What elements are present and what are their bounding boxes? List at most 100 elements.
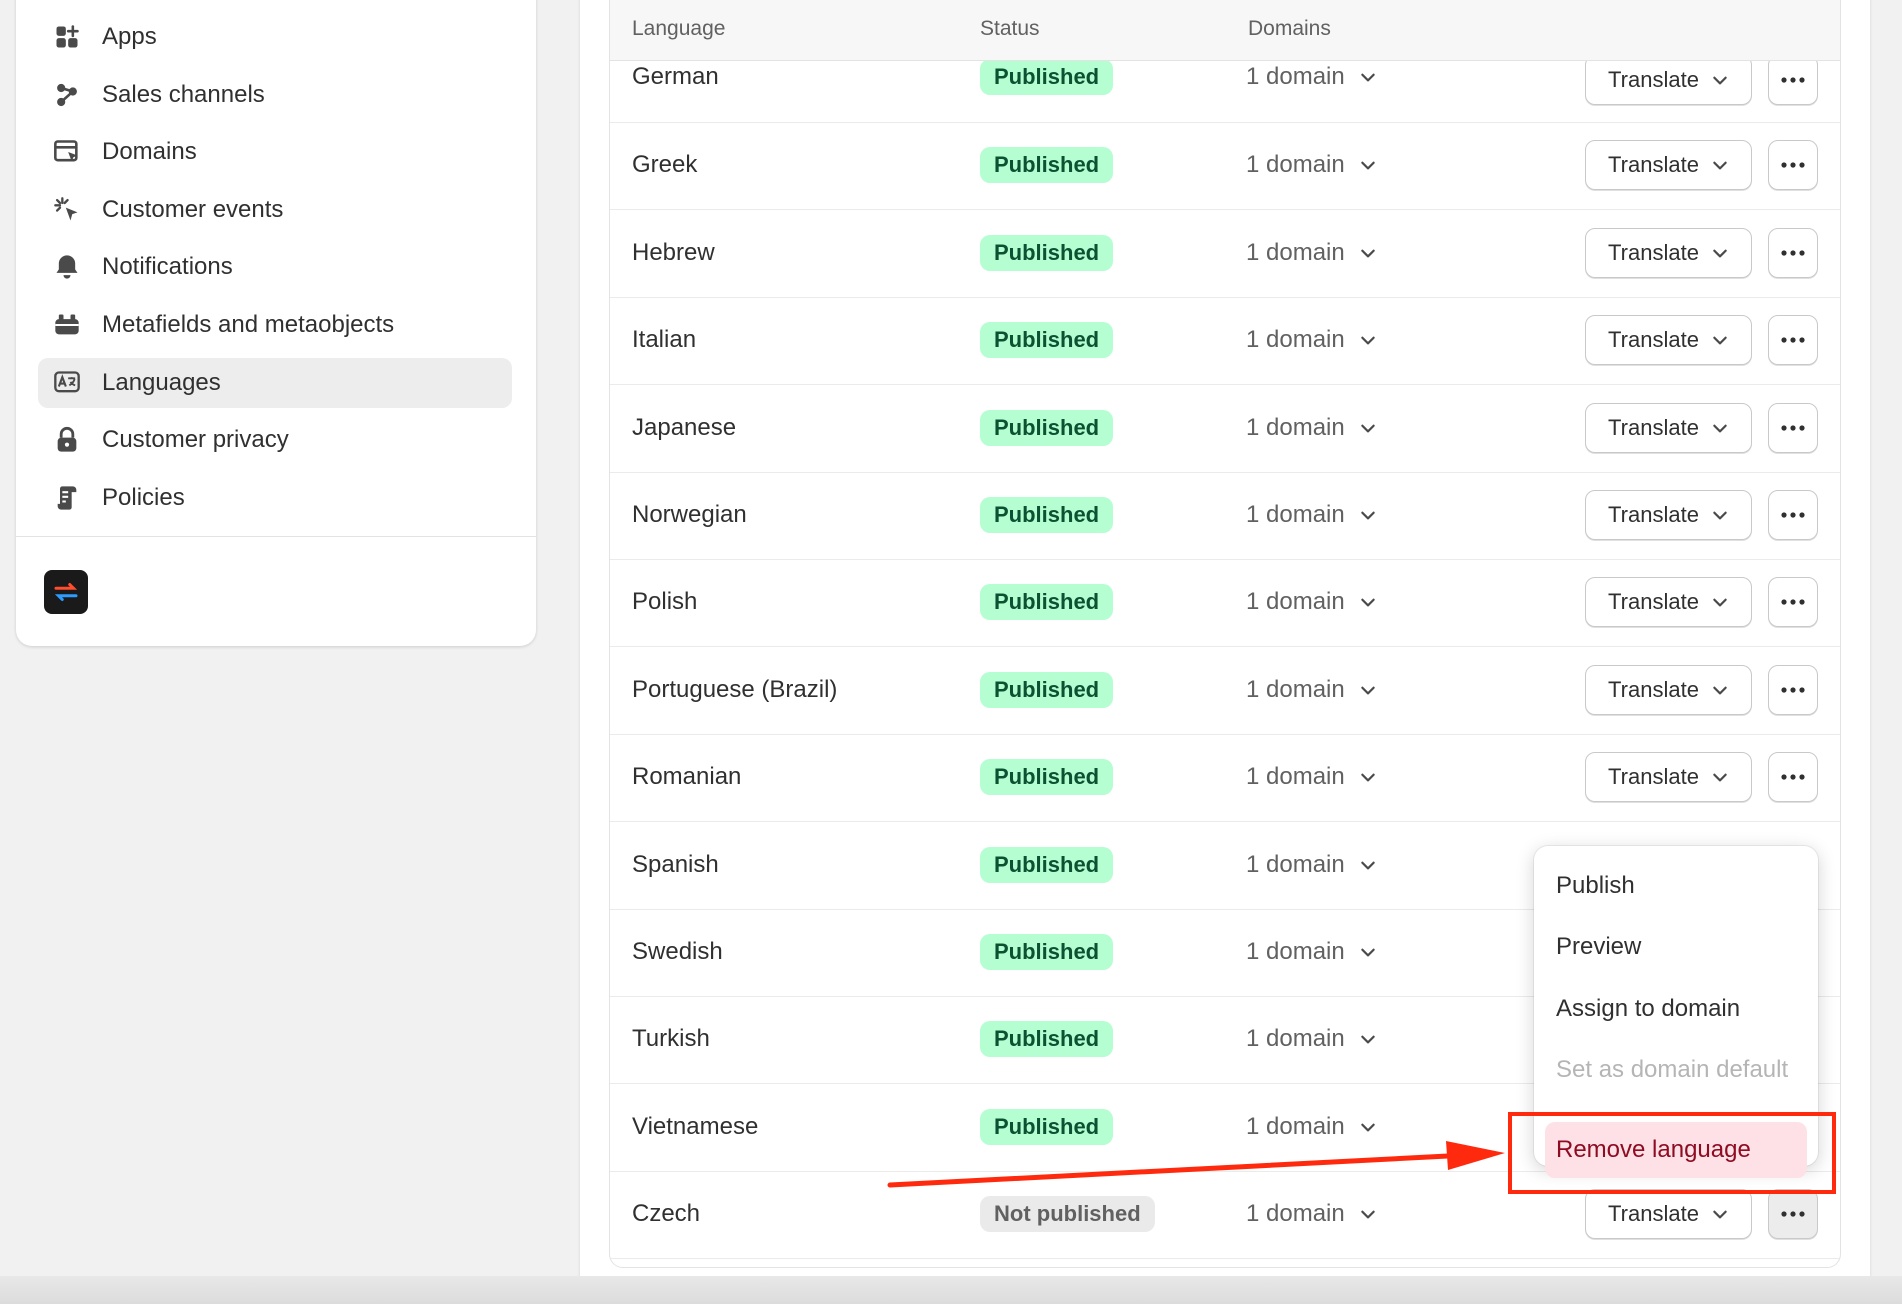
chevron-down-icon [1345, 156, 1377, 174]
chevron-down-icon [1345, 244, 1377, 262]
policies-icon [52, 483, 82, 513]
status-badge: Published [980, 497, 1114, 533]
domains-dropdown[interactable]: 1 domain [1246, 1113, 1377, 1141]
domains-count: 1 domain [1246, 238, 1345, 266]
translate-button[interactable]: Translate [1585, 664, 1752, 715]
sidebar-item-apps[interactable]: Apps [38, 12, 512, 62]
more-actions-button[interactable] [1768, 402, 1818, 453]
domains-dropdown[interactable]: 1 domain [1246, 1025, 1377, 1053]
sidebar-item-policies[interactable]: Policies [38, 473, 512, 523]
more-horizontal-icon [1780, 336, 1806, 344]
menu-item-publish[interactable]: Publish [1556, 872, 1635, 900]
translate-button[interactable]: Translate [1585, 1189, 1752, 1240]
chevron-down-icon [1345, 1205, 1377, 1223]
translate-label: Translate [1608, 764, 1699, 790]
more-actions-button[interactable] [1768, 1189, 1818, 1240]
translate-label: Translate [1608, 1201, 1699, 1227]
domains-dropdown[interactable]: 1 domain [1246, 501, 1377, 529]
status-badge: Published [980, 147, 1114, 184]
sidebar-item-metafields[interactable]: Metafields and metaobjects [38, 300, 512, 350]
apps-icon [52, 22, 82, 52]
domains-dropdown[interactable]: 1 domain [1246, 588, 1377, 616]
more-actions-button[interactable] [1768, 664, 1818, 715]
domains-dropdown[interactable]: 1 domain [1246, 851, 1377, 879]
language-name: Portuguese (Brazil) [632, 675, 838, 703]
domains-count: 1 domain [1246, 326, 1345, 354]
menu-item-assign-to-domain[interactable]: Assign to domain [1556, 995, 1740, 1023]
translate-button[interactable]: Translate [1585, 402, 1752, 453]
translate-button[interactable]: Translate [1585, 55, 1752, 105]
domains-dropdown[interactable]: 1 domain [1246, 763, 1377, 791]
more-actions-button[interactable] [1768, 55, 1818, 105]
sidebar-item-notifications[interactable]: Notifications [38, 242, 512, 292]
header-domains: Domains [1248, 17, 1331, 40]
table-row[interactable]: Hebrew Published 1 domain Translate [610, 211, 1840, 298]
status-badge: Published [980, 934, 1114, 970]
language-name: Norwegian [632, 501, 747, 528]
language-name: Polish [632, 588, 698, 616]
domains-count: 1 domain [1246, 1025, 1345, 1053]
domains-dropdown[interactable]: 1 domain [1246, 414, 1377, 442]
domains-count: 1 domain [1246, 1200, 1345, 1228]
table-row[interactable]: Norwegian Published 1 domain Translate [610, 473, 1840, 560]
sidebar-item-languages[interactable]: Languages [38, 358, 512, 408]
more-actions-button[interactable] [1768, 315, 1818, 366]
translate-button[interactable]: Translate [1585, 577, 1752, 628]
more-actions-button[interactable] [1768, 227, 1818, 278]
chevron-down-icon [1345, 68, 1377, 86]
translate-button[interactable]: Translate [1585, 752, 1752, 803]
chevron-down-icon [1345, 768, 1377, 786]
translate-button[interactable]: Translate [1585, 315, 1752, 366]
menu-item-set-domain-default: Set as domain default [1556, 1056, 1789, 1083]
header-language: Language [632, 17, 726, 40]
chevron-down-icon [1699, 419, 1729, 437]
domains-dropdown[interactable]: 1 domain [1246, 326, 1377, 354]
more-actions-button[interactable] [1768, 490, 1818, 540]
sidebar-item-customer-events[interactable]: Customer events [38, 185, 512, 235]
domains-count: 1 domain [1246, 1112, 1345, 1140]
language-name: Hebrew [632, 238, 715, 266]
status-badge: Published [980, 59, 1114, 95]
domains-dropdown[interactable]: 1 domain [1246, 676, 1377, 704]
status-badge: Published [980, 759, 1114, 796]
table-row[interactable]: Romanian Published 1 domain Translate [610, 735, 1840, 823]
domains-count: 1 domain [1246, 675, 1345, 703]
chevron-down-icon [1345, 1030, 1377, 1048]
table-row[interactable]: Portuguese (Brazil) Published 1 domain Tran… [610, 648, 1840, 735]
domains-dropdown[interactable]: 1 domain [1246, 239, 1377, 267]
domains-count: 1 domain [1246, 501, 1345, 528]
sidebar-item-domains[interactable]: Domains [38, 127, 512, 177]
metafields-icon [52, 310, 82, 340]
translate-button[interactable]: Translate [1585, 227, 1752, 278]
more-horizontal-icon [1780, 249, 1806, 257]
more-actions-button[interactable] [1768, 140, 1818, 191]
table-row[interactable]: Japanese Published 1 domain Translate [610, 386, 1840, 473]
more-horizontal-icon [1780, 161, 1806, 169]
more-actions-button[interactable] [1768, 752, 1818, 803]
status-badge: Published [980, 846, 1114, 883]
sidebar-item-label: Notifications [102, 253, 233, 280]
status-badge: Not published [980, 1196, 1155, 1233]
table-row[interactable]: Greek Published 1 domain Translate [610, 123, 1840, 211]
translate-button[interactable]: Translate [1585, 140, 1752, 191]
table-row[interactable]: Italian Published 1 domain Translate [610, 298, 1840, 386]
menu-item-preview[interactable]: Preview [1556, 933, 1641, 961]
bell-icon [52, 252, 82, 282]
chevron-down-icon [1699, 681, 1729, 699]
domains-dropdown[interactable]: 1 domain [1246, 1200, 1377, 1228]
domains-count: 1 domain [1246, 850, 1345, 878]
translate-label: Translate [1608, 676, 1699, 702]
domains-dropdown[interactable]: 1 domain [1246, 63, 1377, 91]
status-badge: Published [980, 234, 1114, 271]
app-logo-icon[interactable] [44, 570, 88, 614]
sidebar-item-customer-privacy[interactable]: Customer privacy [38, 415, 512, 465]
more-horizontal-icon [1780, 598, 1806, 606]
sidebar-item-sales-channels[interactable]: Sales channels [38, 70, 512, 120]
translate-label: Translate [1608, 502, 1699, 527]
domains-dropdown[interactable]: 1 domain [1246, 938, 1377, 966]
translate-label: Translate [1608, 589, 1699, 615]
table-row[interactable]: Polish Published 1 domain Translate [610, 560, 1840, 648]
more-actions-button[interactable] [1768, 577, 1818, 628]
domains-dropdown[interactable]: 1 domain [1246, 151, 1377, 179]
translate-button[interactable]: Translate [1585, 490, 1752, 540]
